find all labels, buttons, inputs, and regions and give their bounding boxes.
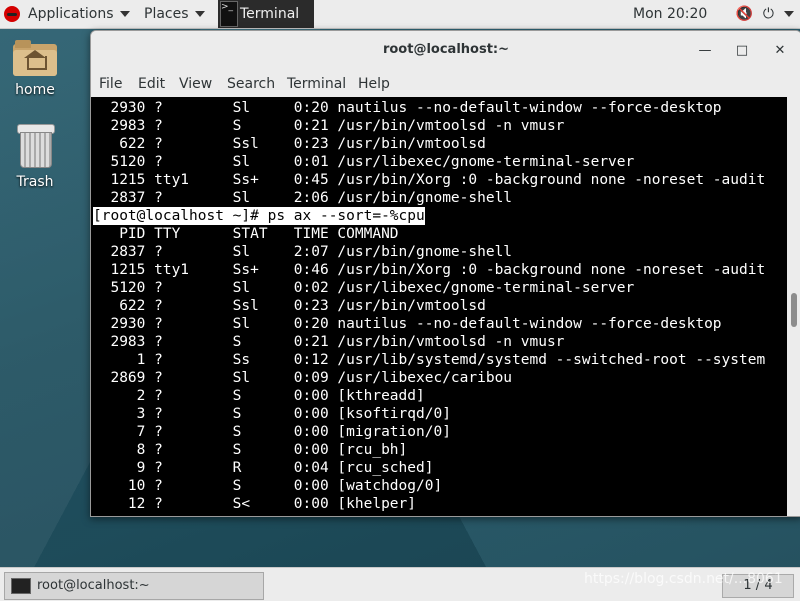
terminal-line: 10 ? S 0:00 [watchdog/0] [93,478,443,494]
home-folder-icon [13,40,57,76]
terminal-icon [11,578,31,594]
volume-muted-icon: 🔇 [735,6,753,22]
terminal-line: 2837 ? Sl 2:06 /usr/bin/gnome-shell [93,190,513,206]
terminal-line: 12 ? S< 0:00 [khelper] [93,496,417,512]
window-title: root@localhost:~ [382,42,510,57]
command-prompt-line: [root@localhost ~]# ps ax --sort=-%cpu [93,207,425,225]
redhat-logo-icon [4,6,20,22]
terminal-line: 622 ? Ssl 0:23 /usr/bin/vmtoolsd [93,298,486,314]
terminal-line: 2930 ? Sl 0:20 nautilus --no-default-win… [93,316,722,332]
maximize-button[interactable]: □ [732,41,752,61]
menu-search[interactable]: Search [227,76,275,92]
desktop-icon-label: Trash [16,174,54,190]
terminal-line: 3 ? S 0:00 [ksoftirqd/0] [93,406,451,422]
terminal-line: 2 ? S 0:00 [kthreadd] [93,388,425,404]
terminal-line: 2930 ? Sl 0:20 nautilus --no-default-win… [93,100,722,116]
terminal-line: 5120 ? Sl 0:02 /usr/libexec/gnome-termin… [93,280,635,296]
taskbar-label: root@localhost:~ [37,578,150,593]
terminal-line: 9 ? R 0:04 [rcu_sched] [93,460,434,476]
watermark: https://blog.csdn.net/...8061 [584,571,783,587]
desktop-icon-home[interactable]: home [0,40,70,98]
menu-help[interactable]: Help [358,76,390,92]
chevron-down-icon [784,11,794,17]
terminal-output[interactable]: 2930 ? Sl 0:20 nautilus --no-default-win… [91,97,787,516]
applications-menu[interactable]: Applications [28,0,130,28]
terminal-app-menu[interactable]: >_ Terminal [218,0,314,45]
close-button[interactable]: ✕ [770,41,790,61]
desktop-icon-label: home [15,82,55,98]
power-icon: ⏻ [762,6,774,22]
applications-label: Applications [28,6,114,22]
terminal-line: 2869 ? Sl 0:09 /usr/libexec/caribou [93,370,513,386]
minimize-button[interactable]: — [695,41,715,61]
terminal-line: 1 ? Ss 0:12 /usr/lib/systemd/systemd --s… [93,352,766,368]
terminal-app-label: Terminal [240,6,300,22]
window-titlebar[interactable]: root@localhost:~ — □ ✕ [91,31,800,71]
scrollbar-thumb[interactable] [791,293,797,327]
terminal-scrollbar[interactable] [787,97,800,516]
trash-icon [17,124,55,168]
top-panel: Applications Places >_ Terminal Mon 20:2… [0,0,800,45]
menu-terminal[interactable]: Terminal [287,76,346,92]
terminal-line: 2983 ? S 0:21 /usr/bin/vmtoolsd -n vmusr [93,118,565,134]
places-label: Places [144,6,189,22]
terminal-line: 2837 ? Sl 2:07 /usr/bin/gnome-shell [93,244,513,260]
desktop-icon-trash[interactable]: Trash [0,124,70,190]
chevron-down-icon [119,11,130,17]
system-menu[interactable]: 🔇 ⏻ [725,0,794,28]
places-menu[interactable]: Places [144,0,205,28]
terminal-line: 7 ? S 0:00 [migration/0] [93,424,451,440]
terminal-line: 8 ? S 0:00 [rcu_bh] [93,442,408,458]
clock[interactable]: Mon 20:20 [633,0,707,28]
menu-file[interactable]: File [99,76,122,92]
terminal-line: 2983 ? S 0:21 /usr/bin/vmtoolsd -n vmusr [93,334,565,350]
terminal-window: root@localhost:~ — □ ✕ File Edit View Se… [90,30,800,517]
terminal-line: 1215 tty1 Ss+ 0:46 /usr/bin/Xorg :0 -bac… [93,262,766,278]
terminal-line: 5120 ? Sl 0:01 /usr/libexec/gnome-termin… [93,154,635,170]
taskbar-terminal-button[interactable]: root@localhost:~ [4,572,264,600]
menu-view[interactable]: View [179,76,212,92]
chevron-down-icon [194,11,205,17]
menu-edit[interactable]: Edit [138,76,165,92]
terminal-line: 622 ? Ssl 0:23 /usr/bin/vmtoolsd [93,136,486,152]
terminal-header-line: PID TTY STAT TIME COMMAND [93,226,399,242]
menubar: File Edit View Search Terminal Help [91,71,800,97]
terminal-line: 1215 tty1 Ss+ 0:45 /usr/bin/Xorg :0 -bac… [93,172,766,188]
terminal-icon: >_ [220,1,238,27]
